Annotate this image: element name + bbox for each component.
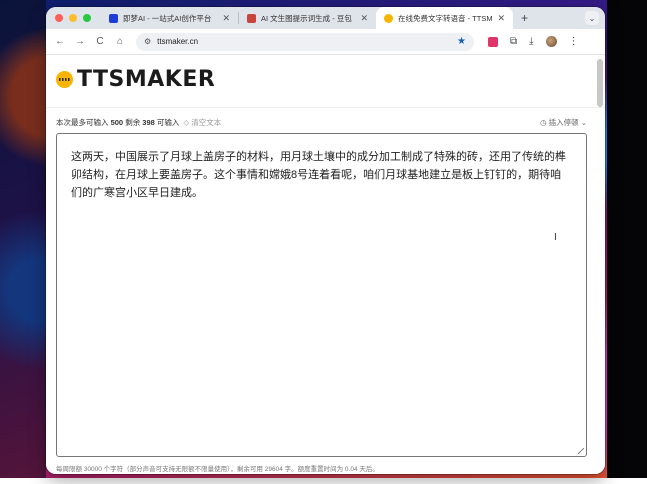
home-icon[interactable]: ⌂ [110, 36, 130, 47]
address-bar[interactable]: ⚙ ttsmaker.cn ★ [136, 32, 474, 51]
text-cursor-icon: I [554, 232, 557, 243]
chevron-down-icon: ⌄ [580, 118, 587, 127]
back-arrow-icon[interactable]: ← [50, 36, 70, 47]
text-input-area[interactable]: 这两天，中国展示了月球上盖房子的材料，用月球土壤中的成分加工制成了特殊的砖，还用… [56, 133, 587, 457]
timer-icon: ◷ [539, 118, 547, 127]
tab-doubao[interactable]: AI 文生图提示词生成 - 豆包 ✕ [239, 7, 376, 29]
bookmark-star-icon[interactable]: ★ [457, 36, 466, 47]
quota-note: 每周限额 30000 个字符（部分声音可支持无限额不限量使用），剩余可用 296… [56, 466, 379, 473]
browser-window: 即梦AI - 一站式AI创作平台 ✕ AI 文生图提示词生成 - 豆包 ✕ 在线… [46, 7, 605, 474]
close-window-button[interactable] [55, 14, 63, 22]
toolbar-icons: ⧉ ⤓ ⋮ [488, 36, 579, 47]
profile-avatar[interactable] [545, 36, 557, 47]
clear-text-button[interactable]: ◇ 清空文本 [183, 117, 221, 128]
clear-text-label: 清空文本 [191, 118, 222, 127]
jimeng-favicon-icon [109, 13, 118, 23]
tab-jimeng[interactable]: 即梦AI - 一站式AI创作平台 ✕ [101, 7, 238, 29]
maximize-window-button[interactable] [83, 14, 91, 22]
resize-handle[interactable] [578, 448, 584, 454]
tab-strip: 即梦AI - 一站式AI创作平台 ✕ AI 文生图提示词生成 - 豆包 ✕ 在线… [46, 7, 605, 29]
insert-pause-label: 插入停顿 [548, 118, 579, 127]
header-divider [46, 107, 605, 108]
url-text[interactable]: ttsmaker.cn [157, 37, 457, 46]
bottom-strip [0, 478, 647, 484]
limit-suffix: 可输入 [156, 118, 180, 127]
desktop-edge-right [607, 0, 647, 484]
new-tab-button[interactable]: + [521, 11, 528, 25]
ttsmaker-favicon-icon [384, 13, 393, 23]
extensions-puzzle-icon[interactable]: ⧉ [510, 36, 517, 47]
close-tab-icon[interactable]: ✕ [222, 13, 230, 24]
minimize-window-button[interactable] [69, 14, 77, 22]
insert-pause-button[interactable]: ◷ 插入停顿 ⌄ [540, 117, 587, 128]
logo-text: TTSMAKER [77, 67, 216, 92]
forward-arrow-icon[interactable]: → [70, 36, 90, 47]
download-icon[interactable]: ⤓ [529, 36, 533, 47]
window-controls [55, 14, 91, 22]
tab-title: 即梦AI - 一站式AI创作平台 [123, 13, 212, 23]
doubao-favicon-icon [247, 13, 256, 23]
chevron-down-icon[interactable]: ⌄ [585, 11, 599, 25]
more-menu-icon[interactable]: ⋮ [569, 36, 579, 47]
char-limit-info: 本次最多可输入 500 剩余 398 可输入 ◇ 清空文本 [56, 117, 221, 128]
remaining-label: 剩余 [125, 118, 141, 127]
limit-max: 500 [110, 118, 124, 127]
close-tab-icon[interactable]: ✕ [360, 13, 368, 24]
page-scrollbar[interactable] [597, 59, 603, 107]
site-info-icon[interactable]: ⚙ [144, 37, 151, 46]
tab-ttsmaker[interactable]: 在线免费文字转语音 - TTSMaker ✕ [376, 7, 513, 29]
editor-text: 这两天，中国展示了月球上盖房子的材料，用月球土壤中的成分加工制成了特殊的砖，还用… [71, 151, 566, 199]
remaining-count: 398 [142, 118, 155, 127]
close-tab-icon[interactable]: ✕ [497, 13, 505, 24]
browser-toolbar: ← → C ⌂ ⚙ ttsmaker.cn ★ ⧉ ⤓ ⋮ [46, 29, 605, 55]
reload-icon[interactable]: C [90, 36, 110, 47]
page-content: TTSMAKER 本次最多可输入 500 剩余 398 可输入 ◇ 清空文本 ◷… [46, 55, 605, 474]
limit-prefix: 本次最多可输入 [56, 118, 109, 127]
tab-title: 在线免费文字转语音 - TTSMaker [398, 13, 493, 23]
extension-icon[interactable] [488, 36, 498, 47]
ttsmaker-logo-icon [56, 71, 73, 88]
desktop-edge-left [0, 0, 46, 484]
tab-title: AI 文生图提示词生成 - 豆包 [261, 13, 352, 23]
site-logo[interactable]: TTSMAKER [56, 67, 215, 92]
